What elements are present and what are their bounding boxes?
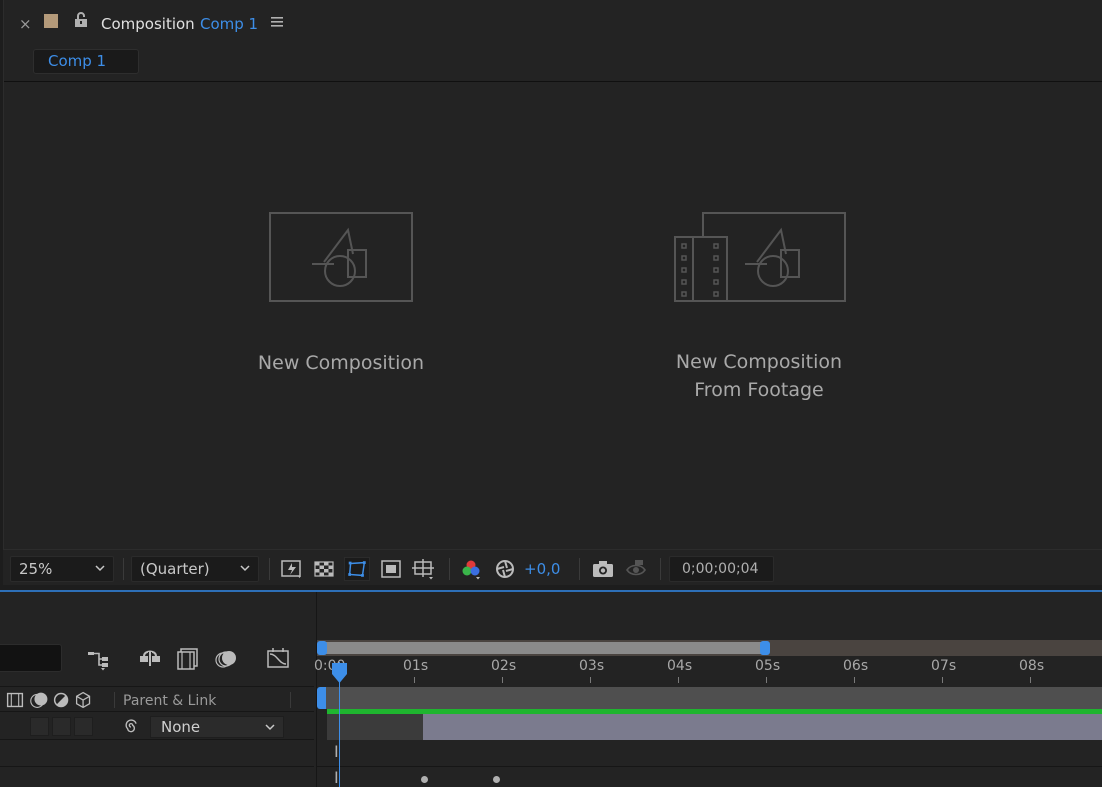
region-of-interest-icon[interactable]	[378, 557, 404, 581]
camera-snapshot-icon[interactable]	[590, 557, 616, 581]
show-snapshot-icon[interactable]	[623, 557, 649, 581]
ruler-tick	[766, 677, 767, 683]
current-time-display[interactable]: 0;00;00;04	[669, 556, 774, 582]
frame-blending-switch[interactable]	[30, 717, 49, 736]
chevron-down-icon	[95, 565, 105, 572]
ruler-tick	[502, 677, 503, 683]
parent-value: None	[161, 718, 201, 736]
ruler-tick	[414, 677, 415, 683]
layer-row[interactable]: None	[0, 714, 314, 740]
new-composition-from-footage-label-line2[interactable]: From Footage	[659, 376, 859, 404]
parent-link-column-header[interactable]: Parent & Link	[123, 693, 216, 709]
exposure-value[interactable]: +0,0	[524, 560, 560, 578]
time-navigator-bar[interactable]	[323, 642, 763, 654]
toolbar-separator	[579, 558, 580, 580]
motion-blur-column-icon[interactable]	[28, 688, 52, 712]
composition-flowchart-icon[interactable]	[86, 647, 112, 671]
new-composition-from-footage-icon[interactable]	[673, 210, 847, 304]
resolution-select[interactable]: (Quarter)	[131, 556, 259, 582]
new-composition-icon[interactable]	[268, 210, 414, 304]
toolbar-separator	[269, 558, 270, 580]
row-divider	[0, 766, 314, 767]
ruler-label-03s: 03s	[579, 658, 605, 674]
ruler-label-02s: 02s	[491, 658, 517, 674]
column-divider	[290, 692, 291, 708]
label-color-swatch[interactable]	[44, 14, 58, 28]
ruler-tick	[678, 677, 679, 683]
frame-blending-column-icon[interactable]	[3, 688, 27, 712]
keyframe-dot[interactable]	[421, 776, 428, 783]
active-comp-name[interactable]: Comp 1	[200, 15, 258, 33]
keyframe-dot[interactable]	[493, 776, 500, 783]
current-time-indicator-head[interactable]	[331, 662, 348, 684]
work-area-bar[interactable]	[321, 687, 1102, 709]
mask-path-visibility-icon[interactable]	[344, 557, 370, 581]
ruler-label-04s: 04s	[667, 658, 693, 674]
frame-blending-icon[interactable]	[175, 646, 201, 670]
panel-header: × Composition Comp 1	[4, 0, 1102, 48]
layer-content-bar[interactable]	[423, 714, 1102, 740]
ibeam-cursor-icon: I	[334, 742, 339, 761]
resolution-value: (Quarter)	[140, 560, 210, 578]
layer-columns-header: Parent & Link	[0, 686, 314, 712]
parent-pick-whip-icon[interactable]	[120, 715, 142, 739]
chevron-down-icon	[265, 724, 275, 731]
graph-editor-icon[interactable]	[265, 646, 291, 670]
zoom-select[interactable]: 25%	[10, 556, 114, 582]
time-graph-area[interactable]: 0:00 01s 02s 03s 04s 05s 06s 07s 08s I I	[314, 592, 1102, 787]
timeline-panel: Parent & Link None 0:00 01s 02s 03s 04s …	[0, 592, 1102, 787]
ruler-label-08s: 08s	[1019, 658, 1045, 674]
parent-select[interactable]: None	[150, 716, 284, 738]
fast-previews-icon[interactable]	[279, 557, 305, 581]
after-effects-window: × Composition Comp 1 Comp 1 New Composit…	[0, 0, 1102, 787]
adjustment-layer-column-icon[interactable]	[50, 688, 74, 712]
toolbar-separator	[449, 558, 450, 580]
ruler-label-07s: 07s	[931, 658, 957, 674]
zoom-value: 25%	[19, 560, 53, 578]
ruler-label-06s: 06s	[843, 658, 869, 674]
new-composition-from-footage-label-line1[interactable]: New Composition	[659, 348, 859, 376]
toolbar-separator	[123, 558, 124, 580]
3d-layer-column-icon[interactable]	[72, 688, 96, 712]
reset-exposure-icon[interactable]	[492, 557, 518, 581]
motion-blur-icon[interactable]	[214, 646, 240, 670]
ibeam-cursor-icon: I	[334, 768, 339, 787]
panel-menu-icon[interactable]	[270, 16, 284, 28]
comp-tab[interactable]: Comp 1	[33, 49, 139, 74]
show-channel-icon[interactable]	[458, 557, 484, 581]
time-navigator-start-handle[interactable]	[317, 641, 327, 655]
close-panel-icon[interactable]: ×	[19, 15, 32, 33]
header-divider	[4, 81, 1102, 82]
viewer-toolbar: 25% (Quarter) +0,0 0;00;00;04	[3, 549, 1102, 585]
ruler-tick	[1030, 677, 1031, 683]
ruler-tick	[942, 677, 943, 683]
composition-panel: × Composition Comp 1 Comp 1 New Composit…	[3, 0, 1102, 584]
time-navigator-end-handle[interactable]	[760, 641, 770, 655]
transparency-grid-icon[interactable]	[311, 557, 337, 581]
chevron-down-icon	[240, 565, 250, 572]
ruler-tick	[590, 677, 591, 683]
toolbar-separator	[660, 558, 661, 580]
panel-title[interactable]: Composition	[101, 15, 195, 33]
column-divider	[114, 692, 115, 708]
draft-3d-icon[interactable]	[137, 646, 163, 670]
new-composition-label[interactable]: New Composition	[241, 349, 441, 377]
adjustment-layer-switch[interactable]	[74, 717, 93, 736]
motion-blur-switch[interactable]	[52, 717, 71, 736]
layer-search-input[interactable]	[0, 644, 62, 672]
grid-guides-icon[interactable]	[410, 557, 436, 581]
ruler-tick	[854, 677, 855, 683]
ruler-label-05s: 05s	[755, 658, 781, 674]
work-area-start-handle[interactable]	[317, 687, 326, 709]
ruler-label-01s: 01s	[403, 658, 429, 674]
track-divider	[317, 766, 1102, 767]
unlock-icon[interactable]	[74, 12, 88, 28]
